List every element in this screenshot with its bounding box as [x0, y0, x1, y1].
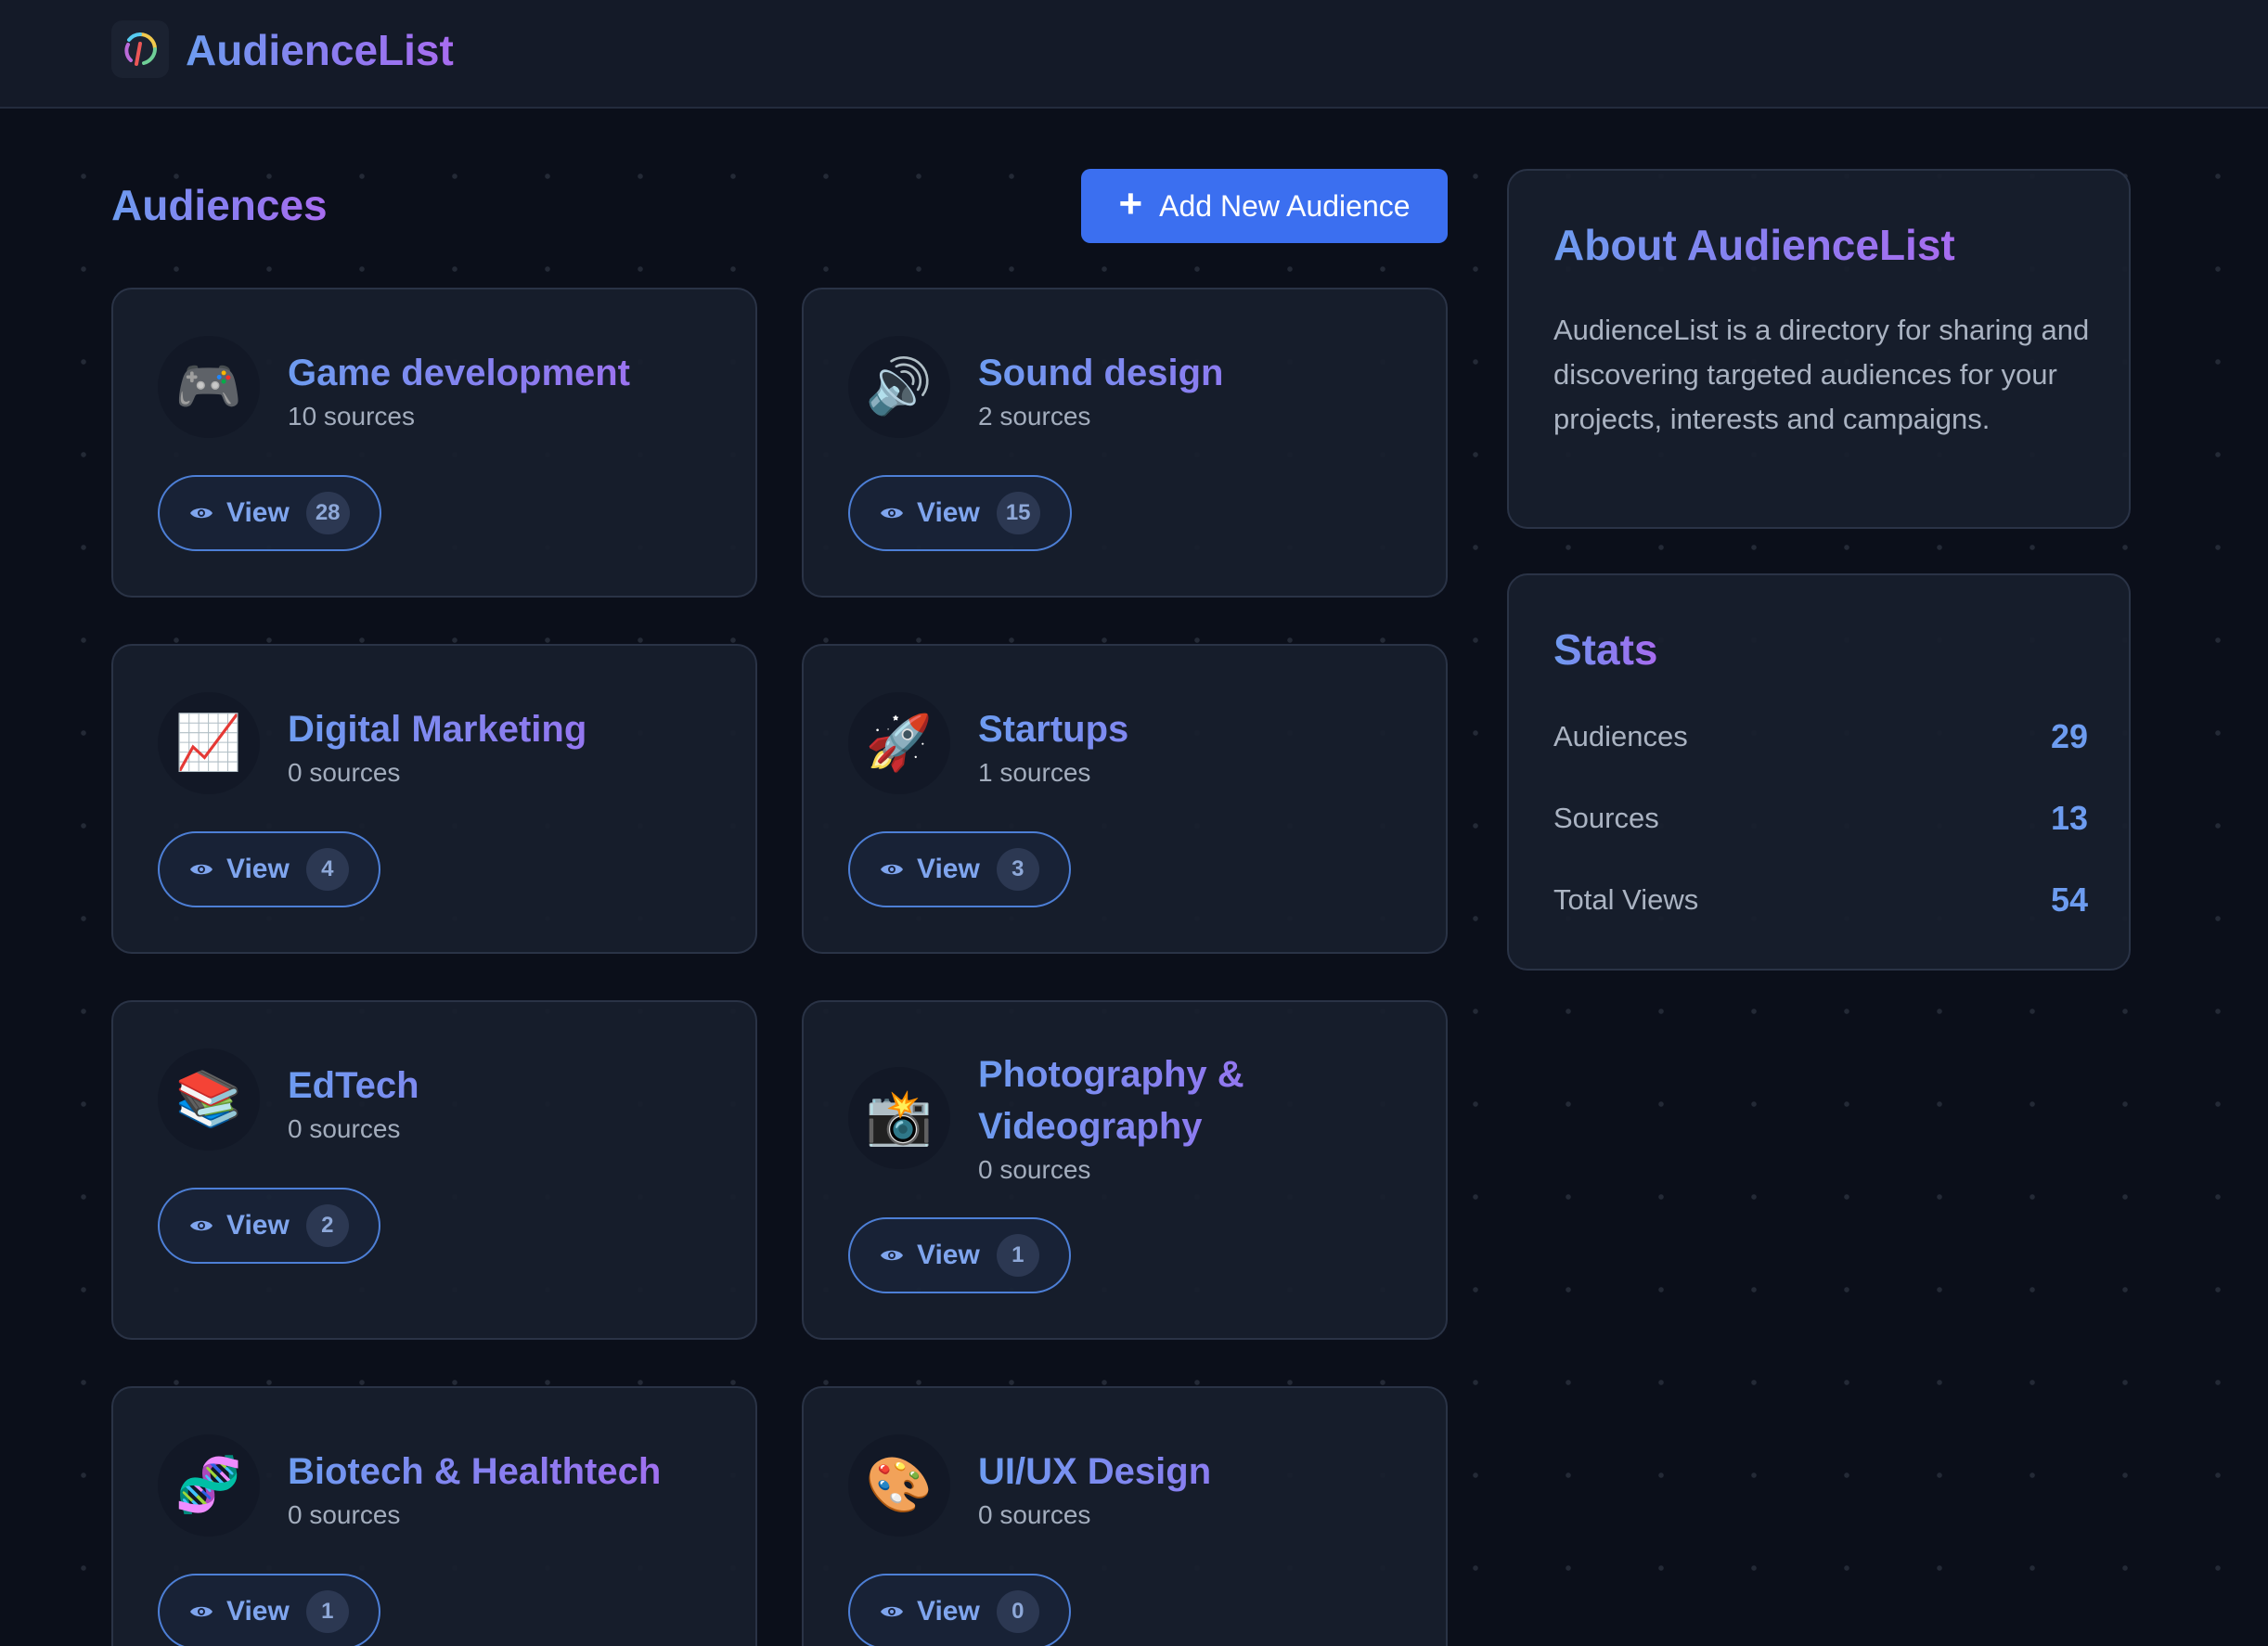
eye-icon — [881, 1250, 903, 1261]
about-title: About AudienceList — [1553, 221, 1955, 269]
speaker-icon: 🔊 — [848, 336, 950, 438]
camera-flash-icon: 📸 — [848, 1067, 950, 1169]
stat-value: 54 — [2050, 881, 2088, 919]
view-button[interactable]: View 0 — [848, 1574, 1071, 1646]
view-count-badge: 2 — [305, 1204, 349, 1247]
dna-icon: 🧬 — [158, 1434, 260, 1537]
view-button[interactable]: View 15 — [848, 475, 1072, 551]
eye-icon — [881, 1606, 903, 1617]
audience-card-biotech-healthtech: 🧬 Biotech & Healthtech 0 sources View 1 — [111, 1386, 757, 1646]
audience-name[interactable]: Photography & Videography — [978, 1048, 1368, 1152]
view-label: View — [226, 1596, 290, 1627]
view-button[interactable]: View 1 — [848, 1217, 1071, 1293]
palette-icon: 🎨 — [848, 1434, 950, 1537]
source-count: 0 sources — [288, 1500, 401, 1529]
view-label: View — [917, 1240, 980, 1270]
chart-increasing-icon: 📈 — [158, 692, 260, 794]
source-count: 0 sources — [288, 758, 401, 787]
view-button[interactable]: View 2 — [158, 1188, 380, 1264]
audience-card-ui-ux-design: 🎨 UI/UX Design 0 sources View 0 — [802, 1386, 1448, 1646]
source-count: 10 sources — [288, 402, 415, 431]
view-label: View — [226, 854, 290, 884]
about-description: AudienceList is a directory for sharing … — [1553, 314, 2090, 435]
brand-name[interactable]: AudienceList — [186, 24, 454, 76]
audience-name[interactable]: Digital Marketing — [288, 703, 715, 755]
view-button[interactable]: View 3 — [848, 831, 1071, 907]
stat-label: Sources — [1553, 802, 1659, 834]
view-label: View — [226, 497, 290, 528]
add-new-audience-label: Add New Audience — [1159, 188, 1411, 223]
view-count-badge: 1 — [305, 1590, 349, 1633]
eye-icon — [881, 864, 903, 875]
source-count: 0 sources — [288, 1114, 401, 1143]
view-count-badge: 28 — [305, 492, 350, 534]
view-count-badge: 1 — [996, 1234, 1039, 1277]
stat-label: Audiences — [1553, 720, 1688, 752]
books-icon: 📚 — [158, 1048, 260, 1151]
audience-name[interactable]: UI/UX Design — [978, 1446, 1405, 1498]
audience-name[interactable]: EdTech — [288, 1060, 715, 1112]
source-count: 1 sources — [978, 758, 1091, 787]
top-navigation-bar: AudienceList — [0, 0, 2268, 109]
view-label: View — [917, 1596, 980, 1627]
audience-card-photography-videography: 📸 Photography & Videography 0 sources Vi… — [802, 1000, 1448, 1340]
eye-icon — [190, 1220, 213, 1231]
eye-icon — [190, 508, 213, 519]
about-panel: About AudienceList AudienceList is a dir… — [1507, 169, 2131, 529]
audience-card-sound-design: 🔊 Sound design 2 sources View 15 — [802, 288, 1448, 598]
plus-icon: + — [1118, 181, 1143, 226]
eye-icon — [881, 508, 903, 519]
view-count-badge: 15 — [996, 492, 1040, 534]
audience-name[interactable]: Startups — [978, 703, 1405, 755]
eye-icon — [190, 864, 213, 875]
audience-name[interactable]: Sound design — [978, 347, 1405, 399]
audience-card-digital-marketing: 📈 Digital Marketing 0 sources View 4 — [111, 644, 757, 954]
source-count: 2 sources — [978, 402, 1091, 431]
circular-arcs-logo-icon — [124, 32, 157, 66]
eye-icon — [190, 1606, 213, 1617]
stat-row-audiences: Audiences 29 — [1553, 714, 2088, 759]
view-button[interactable]: View 28 — [158, 475, 381, 551]
source-count: 0 sources — [978, 1155, 1091, 1184]
view-label: View — [917, 854, 980, 884]
audience-card-edtech: 📚 EdTech 0 sources View 2 — [111, 1000, 757, 1340]
audience-card-game-development: 🎮 Game development 10 sources View 28 — [111, 288, 757, 598]
view-count-badge: 3 — [996, 848, 1039, 891]
stat-row-total-views: Total Views 54 — [1553, 878, 2088, 922]
stats-panel: Stats Audiences 29 Sources 13 Total View… — [1507, 573, 2131, 971]
add-new-audience-button[interactable]: + Add New Audience — [1081, 169, 1448, 243]
audience-name[interactable]: Biotech & Healthtech — [288, 1446, 715, 1498]
brand-logo[interactable] — [111, 20, 169, 78]
page-title: Audiences — [111, 181, 328, 229]
view-button[interactable]: View 4 — [158, 831, 380, 907]
view-button[interactable]: View 1 — [158, 1574, 380, 1646]
stat-label: Total Views — [1553, 883, 1699, 916]
view-count-badge: 0 — [996, 1590, 1039, 1633]
view-count-badge: 4 — [305, 848, 349, 891]
view-label: View — [917, 497, 980, 528]
audience-card-startups: 🚀 Startups 1 sources View 3 — [802, 644, 1448, 954]
rocket-icon: 🚀 — [848, 692, 950, 794]
source-count: 0 sources — [978, 1500, 1091, 1529]
stat-row-sources: Sources 13 — [1553, 796, 2088, 841]
stats-title: Stats — [1553, 625, 1658, 674]
view-label: View — [226, 1210, 290, 1241]
audience-name[interactable]: Game development — [288, 347, 715, 399]
game-controller-icon: 🎮 — [158, 336, 260, 438]
stat-value: 29 — [2050, 717, 2088, 755]
stat-value: 13 — [2050, 799, 2088, 837]
